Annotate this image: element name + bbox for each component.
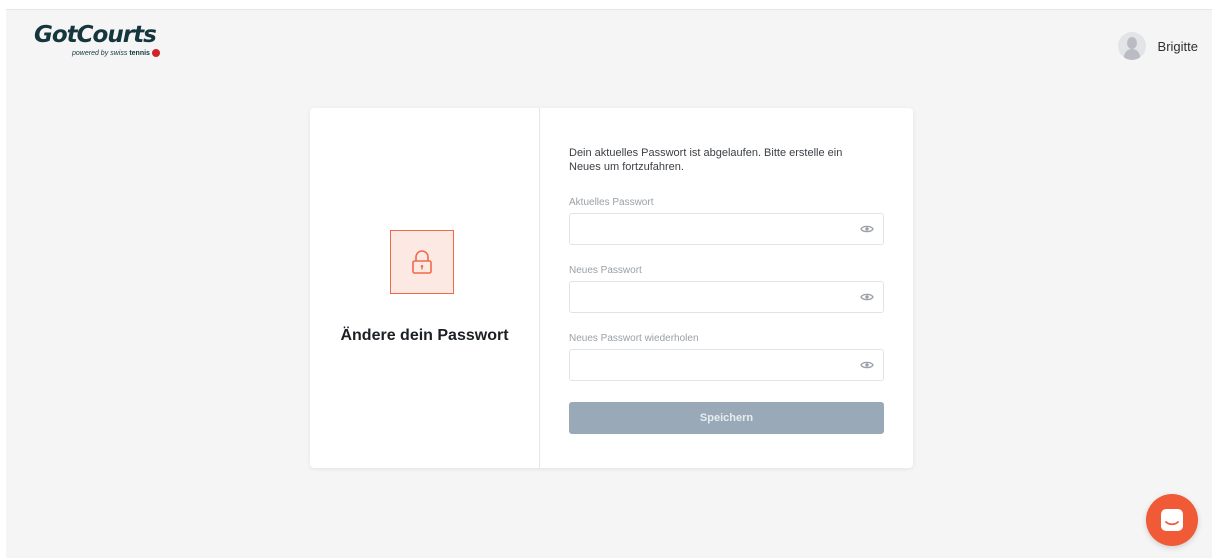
logo-tagline: powered by swiss tennis [72,49,160,57]
logo-brand-bold: tennis [129,49,150,57]
password-form: Dein aktuelles Passwort ist abgelaufen. … [540,108,913,468]
eye-icon[interactable] [860,360,874,370]
repeat-password-field [569,349,884,381]
lock-icon [390,230,454,294]
eye-icon[interactable] [860,224,874,234]
new-password-field [569,281,884,313]
logo-wordmark: GotCourts [34,22,157,48]
current-password-label: Aktuelles Passwort [569,197,654,208]
current-password-field [569,213,884,245]
repeat-password-label: Neues Passwort wiederholen [569,333,699,344]
user-menu[interactable]: Brigitte [1117,32,1198,60]
user-avatar-icon[interactable] [1117,32,1146,60]
chat-icon[interactable] [1146,494,1198,546]
user-name[interactable]: Brigitte [1158,39,1198,54]
card-illustration-panel: Ändere dein Passwort [310,108,540,468]
repeat-password-input[interactable] [570,350,860,380]
intro-text: Dein aktuelles Passwort ist abgelaufen. … [569,147,843,173]
change-password-card: Ändere dein Passwort Dein aktuelles Pass… [310,108,913,468]
swisstennis-logo-icon [151,49,160,57]
logo-brand-light: swiss [110,49,128,57]
eye-icon[interactable] [860,292,874,302]
gotcourts-logo[interactable]: GotCourts powered by swiss tennis [34,24,160,57]
logo-powered: powered by [72,49,109,57]
save-button[interactable]: Speichern [569,402,884,434]
new-password-input[interactable] [570,282,860,312]
app-frame: GotCourts powered by swiss tennis Brigitt… [6,9,1212,558]
new-password-label: Neues Passwort [569,265,642,276]
current-password-input[interactable] [570,214,860,244]
card-title: Ändere dein Passwort [340,327,509,344]
